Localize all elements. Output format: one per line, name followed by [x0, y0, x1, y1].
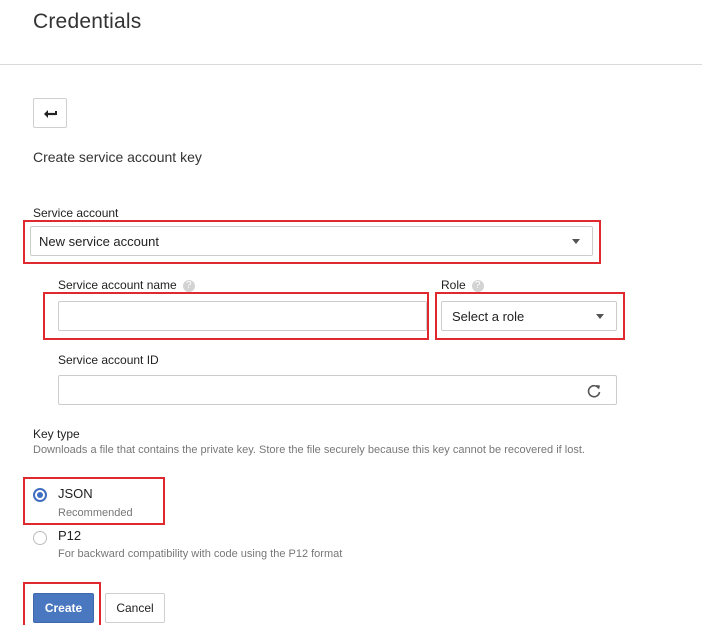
- role-label: Role?: [441, 278, 484, 292]
- highlight-box-name: [43, 292, 429, 340]
- role-label-text: Role: [441, 278, 466, 292]
- service-account-name-label-text: Service account name: [58, 278, 177, 292]
- service-account-id-input[interactable]: [58, 375, 617, 405]
- service-account-name-label: Service account name?: [58, 278, 195, 292]
- service-account-id-label: Service account ID: [58, 353, 159, 367]
- p12-option-label: P12: [58, 528, 82, 543]
- highlight-box-role: [435, 292, 625, 340]
- page-title: Credentials: [33, 10, 142, 33]
- key-type-label: Key type: [33, 427, 80, 441]
- help-circle-icon[interactable]: ?: [182, 279, 195, 292]
- back-button[interactable]: [33, 98, 67, 128]
- header-divider: [0, 64, 702, 65]
- highlight-box-service-account: [23, 220, 601, 264]
- p12-option-sub: For backward compatibility with code usi…: [58, 548, 343, 560]
- highlight-box-create: [23, 582, 101, 625]
- highlight-box-json: [23, 477, 165, 525]
- cancel-button[interactable]: Cancel: [105, 593, 165, 623]
- key-type-description: Downloads a file that contains the priva…: [33, 444, 585, 456]
- p12-radio[interactable]: [33, 531, 47, 545]
- refresh-icon[interactable]: [586, 383, 602, 399]
- arrow-back-icon: [44, 110, 57, 118]
- form-heading: Create service account key: [33, 149, 202, 165]
- help-circle-icon[interactable]: ?: [471, 279, 484, 292]
- service-account-label: Service account: [33, 206, 119, 220]
